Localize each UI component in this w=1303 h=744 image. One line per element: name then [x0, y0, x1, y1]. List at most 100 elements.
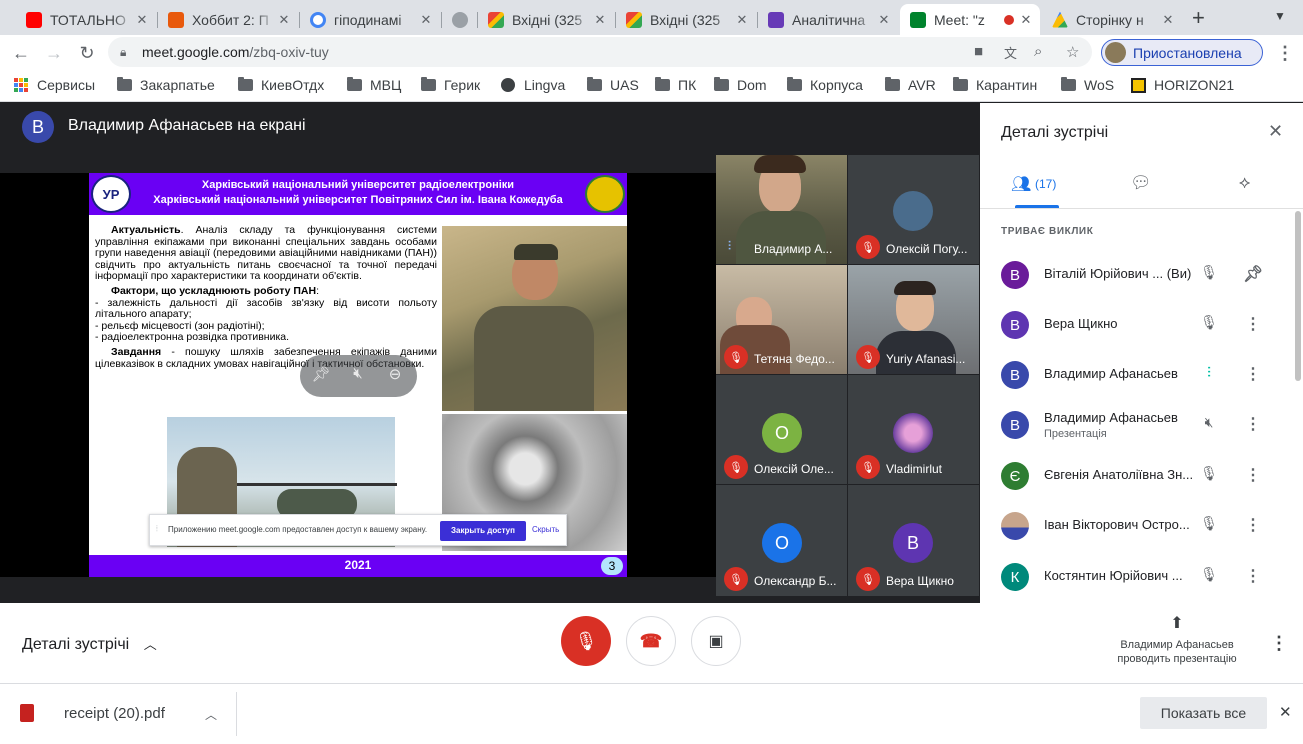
close-shelf-icon[interactable]: ✕ — [1279, 703, 1292, 721]
bookmark-folder[interactable]: Герик — [421, 77, 480, 93]
hide-notice-button[interactable]: Скрыть — [532, 525, 559, 534]
tab-9[interactable]: Сторінку н ✕ — [1042, 4, 1182, 35]
tab-5[interactable]: Вхідні (325 ✕ — [478, 4, 614, 35]
tab-search-chevron-icon[interactable]: ▼ — [1274, 9, 1286, 23]
panel-scrollbar[interactable] — [1295, 211, 1301, 381]
more-options-icon[interactable]: ⋮ — [1244, 314, 1262, 336]
close-tab-icon[interactable]: ✕ — [418, 12, 434, 28]
participant-tile[interactable]: 🎙︎ Олексій Погу... — [848, 155, 979, 264]
participant-row[interactable]: К Костянтин Юрійович ... 🎙︎ ⋮ — [980, 552, 1280, 602]
participant-row[interactable]: В Владимир Афанасьев ⫶ ⋮ — [980, 350, 1280, 400]
more-options-icon[interactable]: ⋮ — [1244, 566, 1262, 588]
bookmark-star-icon[interactable]: ☆ — [1066, 43, 1079, 61]
bookmark-label: WoS — [1084, 77, 1115, 93]
bookmark-folder[interactable]: Карантин — [953, 77, 1037, 93]
close-tab-icon[interactable]: ✕ — [134, 12, 150, 28]
bookmark-folder[interactable]: WoS — [1061, 77, 1114, 93]
participant-row[interactable]: В Віталій Юрійович ... (Ви) 🎙︎ 📌︎ — [980, 250, 1280, 300]
bookmark-folder[interactable]: ПК — [655, 77, 696, 93]
participant-tile[interactable]: О 🎙︎ Олексій Оле... — [716, 375, 847, 484]
drag-handle-icon[interactable]: ⦙ — [156, 524, 158, 534]
translate-icon[interactable]: 文 — [1004, 43, 1017, 62]
chat-icon[interactable]: 💬︎ — [1130, 173, 1152, 193]
presenting-status[interactable]: ⬆︎ Владимир Афанасьев проводить презента… — [1100, 613, 1254, 665]
close-tab-icon[interactable]: ✕ — [276, 12, 292, 28]
tab-6[interactable]: Вхідні (325 ✕ — [616, 4, 756, 35]
bookmark-folder[interactable]: КиевОтдх — [238, 77, 324, 93]
new-tab-button[interactable]: + — [1192, 5, 1205, 31]
activities-icon[interactable]: ⟡ — [1239, 173, 1250, 193]
remove-icon[interactable]: ⊖ — [384, 365, 406, 387]
browser-menu-icon[interactable]: ⋮ — [1272, 40, 1298, 66]
more-options-icon[interactable]: ⋮ — [1244, 515, 1262, 537]
participant-avatar: Є — [1001, 462, 1029, 490]
more-options-icon[interactable]: ⋮ — [1244, 465, 1262, 487]
close-tab-icon[interactable]: ✕ — [734, 12, 750, 28]
bookmark-folder[interactable]: Корпуса — [787, 77, 863, 93]
participant-tile[interactable]: О 🎙︎ Олександр Б... — [716, 485, 847, 596]
mute-icon[interactable]: 🔇︎ — [347, 365, 369, 387]
close-tab-icon[interactable]: ✕ — [592, 12, 608, 28]
bookmark-label: AVR — [908, 77, 936, 93]
tab-7[interactable]: Аналітична ✕ — [758, 4, 898, 35]
participant-name: Владимир Афанасьев — [1044, 366, 1178, 381]
address-bar[interactable]: 🔒︎ meet.google.com/zbq-oxiv-tuy ■ 文 ⌕ ☆ — [108, 37, 1092, 67]
participant-row[interactable]: В Вера Щикно 🎙︎ ⋮ — [980, 300, 1280, 350]
tab-4[interactable] — [442, 4, 476, 35]
close-tab-icon[interactable]: ✕ — [1018, 12, 1034, 28]
bookmark-folder[interactable]: AVR — [885, 77, 936, 93]
tab-1[interactable]: ТОТАЛЬНО ✕ — [16, 4, 156, 35]
more-options-icon[interactable]: ⋮ — [1244, 364, 1262, 386]
leave-call-button[interactable]: ☎︎ — [626, 616, 676, 666]
participant-tile[interactable]: 🎙︎ Тетяна Федо... — [716, 265, 847, 374]
participant-tile[interactable]: 🎙︎ Vladimirlut — [848, 375, 979, 484]
forward-button[interactable]: → — [41, 40, 67, 66]
close-tab-icon[interactable]: ✕ — [876, 12, 892, 28]
tab-3[interactable]: гіподинамі ✕ — [300, 4, 440, 35]
participant-row[interactable]: В Владимир Афанасьев Презентація 🔇︎ ⋮ — [980, 400, 1280, 450]
pin-icon[interactable]: 📌︎ — [310, 365, 332, 387]
bookmark-folder[interactable]: Закарпатье — [117, 77, 215, 93]
download-file-name[interactable]: receipt (20).pdf — [64, 705, 165, 722]
camera-toggle-button[interactable]: ▣ — [691, 616, 741, 666]
participant-row[interactable]: Іван Вікторович Остро... 🎙︎ ⋮ — [980, 501, 1280, 551]
show-all-downloads-button[interactable]: Показать все — [1140, 697, 1267, 729]
bookmark-folder[interactable]: МВЦ — [347, 77, 401, 93]
youtube-icon — [26, 11, 42, 28]
profile-status: Приостановлена — [1133, 44, 1242, 61]
participant-tile[interactable]: 🎙︎ Yuriy Afanasi... — [848, 265, 979, 374]
close-tab-icon[interactable]: ✕ — [1160, 12, 1176, 28]
tab-title: Meet: "z — [934, 11, 985, 28]
reload-button[interactable]: ↻ — [74, 40, 100, 66]
tab-title: Сторінку н — [1076, 11, 1144, 28]
bookmark-link[interactable]: Lingva — [501, 77, 565, 93]
bookmark-label: Dom — [737, 77, 767, 93]
more-options-icon[interactable]: ⋮ — [1244, 414, 1262, 436]
tab-2[interactable]: Хоббит 2: П ✕ — [158, 4, 298, 35]
pin-icon[interactable]: 📌︎ — [1243, 264, 1263, 286]
bookmark-apps[interactable]: Сервисы — [14, 77, 95, 93]
lock-icon[interactable]: 🔒︎ — [120, 45, 126, 60]
more-options-icon[interactable]: ⋮ — [1270, 633, 1288, 654]
people-icon: 👥︎ — [1011, 176, 1032, 193]
stop-sharing-button[interactable]: Закрыть доступ — [440, 521, 526, 541]
zoom-icon[interactable]: ⌕ — [1034, 43, 1042, 60]
camera-icon[interactable]: ■ — [974, 43, 983, 60]
bookmark-folder[interactable]: Dom — [714, 77, 767, 93]
meeting-details-toggle[interactable]: Деталі зустрічі ︿ — [22, 634, 157, 654]
bookmark-link[interactable]: HORIZON21 — [1131, 77, 1234, 93]
tab-meet-active[interactable]: Meet: "z ✕ — [900, 4, 1040, 35]
close-panel-icon[interactable]: ✕ — [1268, 121, 1283, 142]
participant-row[interactable]: Є Євгенія Анатоліївна Зн... 🎙︎ ⋮ — [980, 451, 1280, 501]
url-text[interactable]: meet.google.com/zbq-oxiv-tuy — [142, 44, 329, 60]
back-button[interactable]: ← — [8, 40, 34, 66]
bookmark-label: КиевОтдх — [261, 77, 325, 93]
profile-button[interactable]: Приостановлена — [1101, 39, 1263, 66]
people-tab[interactable]: 👥︎ (17) — [1007, 165, 1059, 208]
microphone-toggle-button[interactable]: 🎙︎ — [561, 616, 611, 666]
bookmark-folder[interactable]: UAS — [587, 77, 639, 93]
participant-tile[interactable]: ⫶ Владимир А... — [716, 155, 847, 264]
participant-tile[interactable]: В 🎙︎ Вера Щикно — [848, 485, 979, 596]
download-options-chevron-icon[interactable]: ︿ — [205, 706, 217, 723]
presentation-stage[interactable]: УР Харківський національний університет … — [0, 173, 716, 577]
